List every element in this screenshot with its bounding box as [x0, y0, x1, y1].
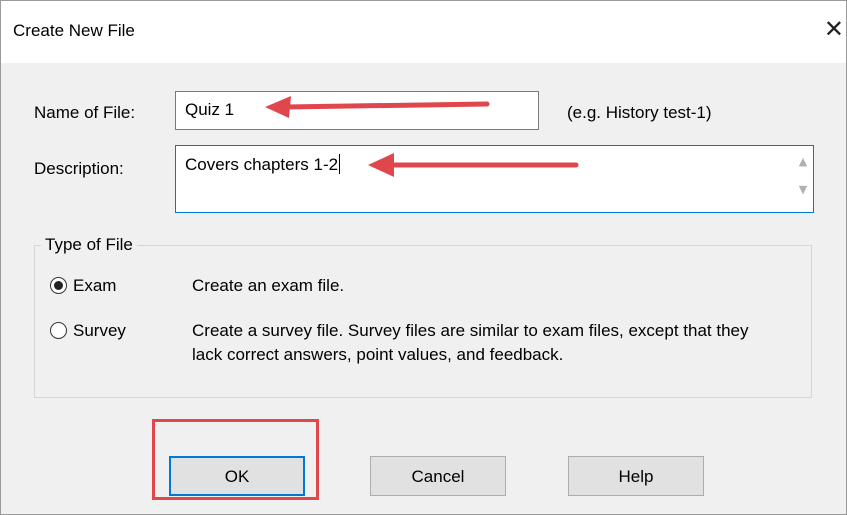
- name-of-file-label: Name of File:: [34, 103, 136, 122]
- name-of-file-value: Quiz 1: [185, 100, 235, 119]
- name-arrow-annotation-icon: [265, 96, 490, 118]
- close-icon[interactable]: ✕: [824, 15, 844, 43]
- survey-description-line1: Create a survey file. Survey files are s…: [192, 321, 749, 340]
- title-bar: Create New File ✕: [1, 1, 846, 63]
- exam-description: Create an exam file.: [192, 276, 345, 295]
- survey-radio[interactable]: [50, 322, 67, 339]
- scroll-down-arrow-icon[interactable]: ▼: [797, 184, 809, 196]
- create-new-file-dialog: Create New File ✕ Name of File: Quiz 1 (…: [0, 0, 847, 515]
- survey-radio-label[interactable]: Survey: [73, 321, 126, 341]
- scroll-up-arrow-icon[interactable]: ▲: [797, 156, 809, 168]
- text-caret: [339, 154, 341, 174]
- window-title: Create New File: [13, 21, 135, 40]
- exam-radio[interactable]: [50, 277, 67, 294]
- survey-description-line2: lack correct answers, point values, and …: [192, 345, 564, 364]
- cancel-button[interactable]: Cancel: [370, 456, 506, 496]
- help-button[interactable]: Help: [568, 456, 704, 496]
- description-arrow-annotation-icon: [368, 153, 579, 177]
- type-of-file-title: Type of File: [41, 235, 137, 255]
- name-example-hint: (e.g. History test-1): [567, 103, 712, 122]
- description-value: Covers chapters 1-2: [185, 154, 341, 174]
- ok-button-highlight: [152, 419, 319, 500]
- description-label: Description:: [34, 159, 124, 178]
- exam-radio-label[interactable]: Exam: [73, 276, 116, 296]
